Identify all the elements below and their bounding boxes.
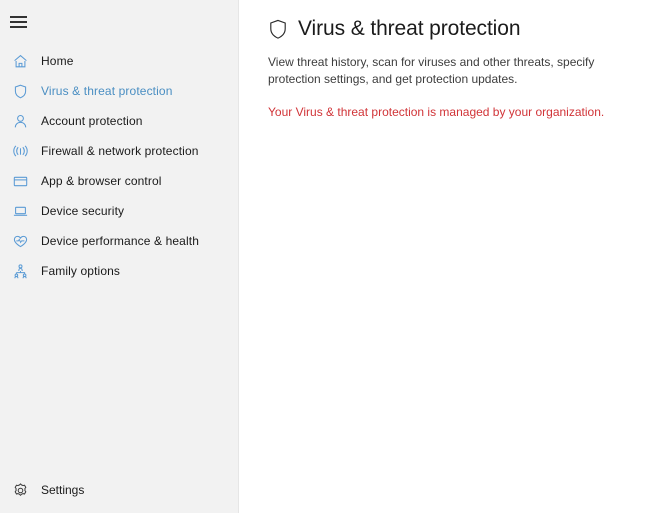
main-content-area: Virus & threat protection View threat hi… [239,0,660,513]
sidebar-item-label: Settings [41,483,85,497]
hamburger-icon [10,16,27,28]
gear-icon [12,482,29,499]
sidebar-item-virus-threat-protection[interactable]: Virus & threat protection [0,76,238,106]
sidebar-item-label: App & browser control [41,174,162,188]
shield-outline-icon [268,18,288,41]
sidebar-item-label: Device performance & health [41,234,199,248]
hamburger-bar-2 [10,21,27,23]
sidebar-item-device-performance-health[interactable]: Device performance & health [0,226,238,256]
shield-icon [12,83,29,100]
person-icon [12,113,29,130]
page-description: View threat history, scan for viruses an… [268,55,595,86]
hamburger-bar-1 [10,16,27,18]
sidebar-item-firewall-network-protection[interactable]: Firewall & network protection [0,136,238,166]
sidebar-nav-list: Home Virus & threat protection Account p… [0,46,238,286]
page-header: Virus & threat protection [268,14,660,44]
sidebar-item-label: Device security [41,204,125,218]
network-signal-icon [12,143,29,160]
sidebar-item-home[interactable]: Home [0,46,238,76]
browser-window-icon [12,173,29,190]
sidebar-item-family-options[interactable]: Family options [0,256,238,286]
sidebar-item-label: Firewall & network protection [41,144,199,158]
hamburger-menu-button[interactable] [0,4,238,40]
laptop-icon [12,203,29,220]
page-title: Virus & threat protection [298,17,521,40]
navigation-sidebar: Home Virus & threat protection Account p… [0,0,239,513]
sidebar-item-settings[interactable]: Settings [0,475,238,505]
sidebar-item-label: Home [41,54,74,68]
sidebar-item-device-security[interactable]: Device security [0,196,238,226]
windows-security-window: Home Virus & threat protection Account p… [0,0,660,513]
home-icon [12,53,29,70]
hamburger-bar-3 [10,26,27,28]
sidebar-item-account-protection[interactable]: Account protection [0,106,238,136]
sidebar-item-label: Family options [41,264,121,278]
family-people-icon [12,263,29,280]
sidebar-item-app-browser-control[interactable]: App & browser control [0,166,238,196]
sidebar-item-label: Account protection [41,114,143,128]
heart-pulse-icon [12,233,29,250]
sidebar-item-label: Virus & threat protection [41,84,173,98]
managed-by-organization-notice: Your Virus & threat protection is manage… [268,105,605,119]
